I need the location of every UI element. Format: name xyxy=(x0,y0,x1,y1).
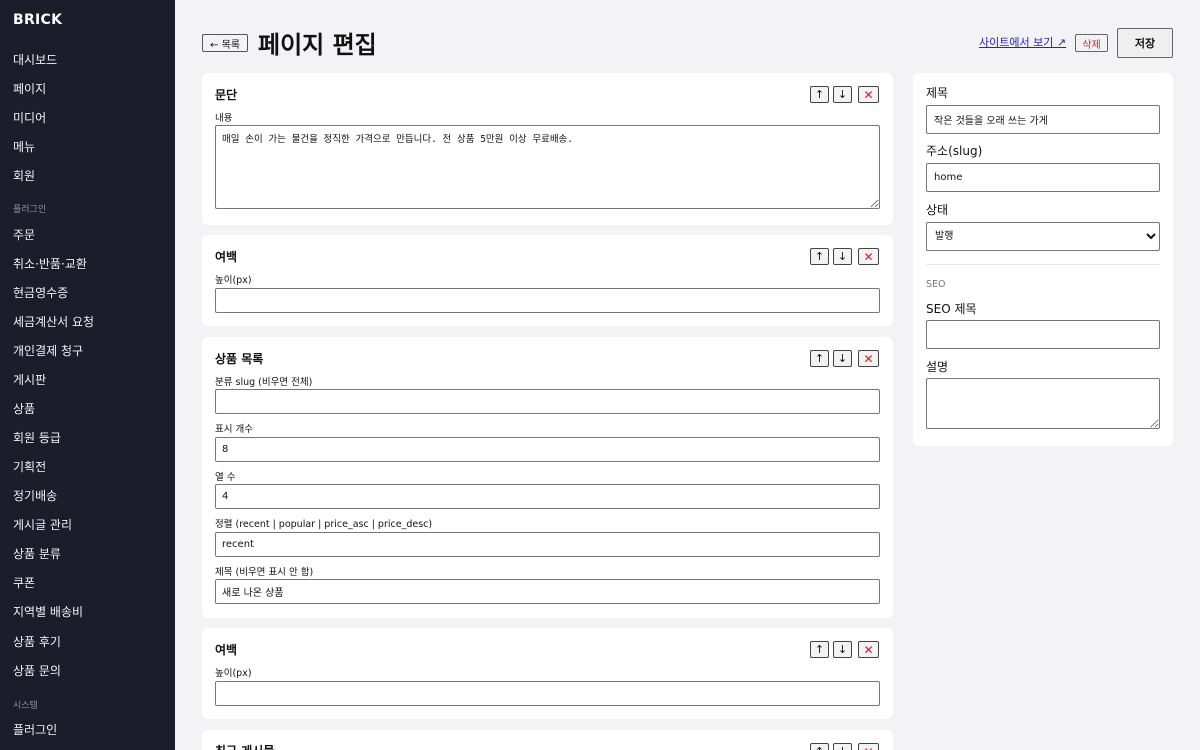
save-button[interactable]: 저장 xyxy=(1117,28,1173,58)
display-count-label: 표시 개수 xyxy=(215,424,253,435)
remove-block-button[interactable]: ✕ xyxy=(858,641,879,658)
seo-section-label: SEO xyxy=(926,279,946,290)
sidebar-item-media[interactable]: 미디어 xyxy=(13,109,46,126)
sidebar-item-promotions[interactable]: 기획전 xyxy=(13,458,46,475)
height-input[interactable] xyxy=(215,681,880,706)
block-product-list: 상품 목록 ↑ ↓ ✕ 분류 slug (비우면 전체) 표시 개수 열 수 정… xyxy=(202,337,893,618)
block-title: 문단 xyxy=(215,88,238,102)
sidebar-item-coupons[interactable]: 쿠폰 xyxy=(13,574,35,591)
sidebar-item-menus[interactable]: 메뉴 xyxy=(13,138,35,155)
sidebar-item-orders[interactable]: 주문 xyxy=(13,226,35,243)
remove-block-button[interactable]: ✕ xyxy=(858,743,879,750)
sidebar-item-regional-shipping[interactable]: 지역별 배송비 xyxy=(13,603,83,620)
move-up-button[interactable]: ↑ xyxy=(810,641,829,658)
sort-label: 정렬 (recent | popular | price_asc | price… xyxy=(215,519,433,530)
sidebar-item-dashboard[interactable]: 대시보드 xyxy=(13,51,57,68)
move-down-button[interactable]: ↓ xyxy=(833,350,852,367)
move-down-button[interactable]: ↓ xyxy=(833,743,852,750)
height-input[interactable] xyxy=(215,288,880,313)
sidebar-item-products[interactable]: 상품 xyxy=(13,400,35,417)
status-label: 상태 xyxy=(926,203,949,217)
remove-block-button[interactable]: ✕ xyxy=(858,350,879,367)
sidebar-item-tax-invoice-requests[interactable]: 세금계산서 요청 xyxy=(13,313,94,330)
sidebar-item-subscriptions[interactable]: 정기배송 xyxy=(13,487,57,504)
sidebar-item-member-grades[interactable]: 회원 등급 xyxy=(13,429,61,446)
back-to-list-button[interactable]: ← 목록 xyxy=(202,34,248,52)
move-down-button[interactable]: ↓ xyxy=(833,248,852,265)
move-up-button[interactable]: ↑ xyxy=(810,248,829,265)
sort-input[interactable] xyxy=(215,532,880,557)
title-input[interactable] xyxy=(926,105,1160,134)
delete-button[interactable]: 삭제 xyxy=(1075,34,1108,52)
title-label: 제목 xyxy=(926,86,949,100)
height-label: 높이(px) xyxy=(215,275,252,286)
sidebar-item-cancel-return-exchange[interactable]: 취소·반품·교환 xyxy=(13,255,87,272)
seo-title-label: SEO 제목 xyxy=(926,302,977,316)
block-title: 최근 게시물 xyxy=(215,742,274,750)
sidebar-item-members[interactable]: 회원 xyxy=(13,167,35,184)
description-label: 설명 xyxy=(926,360,949,374)
status-select[interactable]: 발행 xyxy=(926,222,1160,251)
seo-title-input[interactable] xyxy=(926,320,1160,349)
move-up-button[interactable]: ↑ xyxy=(810,86,829,103)
move-up-button[interactable]: ↑ xyxy=(810,350,829,367)
sidebar-section-plugins: 플러그인 xyxy=(13,205,47,215)
category-slug-input[interactable] xyxy=(215,389,880,414)
block-paragraph: 문단 ↑ ↓ ✕ 내용 매일 손이 가는 물건을 정직한 가격으로 만듭니다. … xyxy=(202,73,893,225)
content-label: 내용 xyxy=(215,113,233,124)
block-recent-posts: 최근 게시물 ↑ ↓ ✕ xyxy=(202,730,893,750)
sidebar: BRICK 대시보드 페이지 미디어 메뉴 회원 플러그인 주문 취소·반품·교… xyxy=(0,0,175,750)
block-spacer: 여백 ↑ ↓ ✕ 높이(px) xyxy=(202,235,893,326)
divider xyxy=(926,264,1160,265)
list-title-input[interactable] xyxy=(215,579,880,604)
sidebar-item-product-questions[interactable]: 상품 문의 xyxy=(13,662,61,679)
sidebar-item-posts[interactable]: 게시글 관리 xyxy=(13,516,72,533)
sidebar-section-system: 시스템 xyxy=(13,701,38,711)
category-slug-label: 분류 slug (비우면 전체) xyxy=(215,377,313,388)
move-down-button[interactable]: ↓ xyxy=(833,86,852,103)
page-title: 페이지 편집 xyxy=(258,31,377,59)
list-title-label: 제목 (비우면 표시 안 함) xyxy=(215,567,314,578)
view-on-site-link[interactable]: 사이트에서 보기 ↗ xyxy=(979,34,1066,50)
slug-input[interactable] xyxy=(926,163,1160,192)
block-title: 여백 xyxy=(215,250,238,264)
remove-block-button[interactable]: ✕ xyxy=(858,86,879,103)
move-down-button[interactable]: ↓ xyxy=(833,641,852,658)
slug-label: 주소(slug) xyxy=(926,144,983,158)
block-title: 상품 목록 xyxy=(215,352,264,366)
sidebar-item-product-reviews[interactable]: 상품 후기 xyxy=(13,633,61,650)
description-textarea[interactable] xyxy=(926,378,1160,429)
height-label: 높이(px) xyxy=(215,668,252,679)
display-count-input[interactable] xyxy=(215,437,880,462)
page-settings-panel: 제목 주소(slug) 상태 발행 SEO SEO 제목 설명 xyxy=(913,73,1173,446)
sidebar-item-cash-receipts[interactable]: 현금영수증 xyxy=(13,284,68,301)
move-up-button[interactable]: ↑ xyxy=(810,743,829,750)
brand-logo[interactable]: BRICK xyxy=(13,12,62,28)
sidebar-item-pages[interactable]: 페이지 xyxy=(13,80,46,97)
content-textarea[interactable]: 매일 손이 가는 물건을 정직한 가격으로 만듭니다. 전 상품 5만원 이상 … xyxy=(215,125,880,209)
block-title: 여백 xyxy=(215,643,238,657)
sidebar-item-personal-payment[interactable]: 개인결제 청구 xyxy=(13,342,83,359)
block-spacer: 여백 ↑ ↓ ✕ 높이(px) xyxy=(202,628,893,719)
sidebar-item-boards[interactable]: 게시판 xyxy=(13,371,46,388)
columns-input[interactable] xyxy=(215,484,880,509)
sidebar-item-product-categories[interactable]: 상품 분류 xyxy=(13,545,61,562)
columns-label: 열 수 xyxy=(215,472,236,483)
remove-block-button[interactable]: ✕ xyxy=(858,248,879,265)
sidebar-item-plugins[interactable]: 플러그인 xyxy=(13,721,57,738)
